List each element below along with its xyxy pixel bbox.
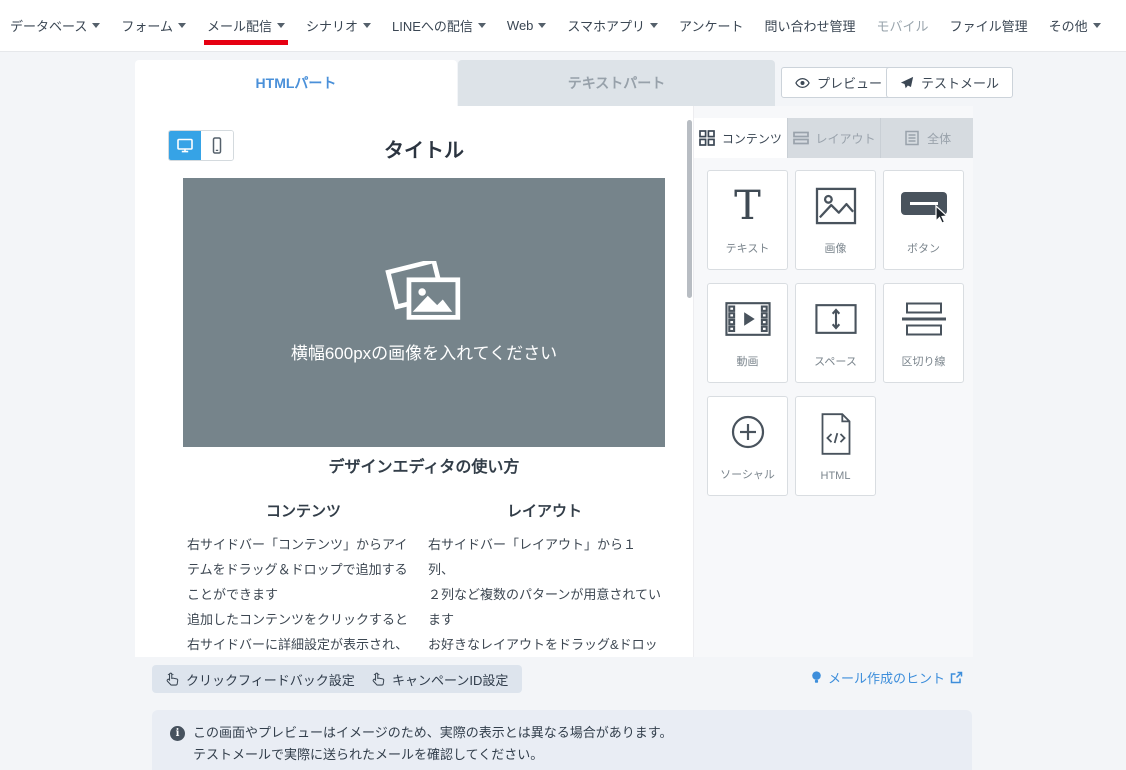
nav-item-database[interactable]: データベース [10,0,100,52]
chevron-down-icon [178,23,186,28]
space-icon [815,303,857,335]
sidebar-tab-contents[interactable]: コンテンツ [694,118,787,158]
palette-item-divider[interactable]: 区切り線 [883,283,964,383]
click-hand-icon [372,672,385,687]
button-icon [899,188,949,224]
image-placeholder-text: 横幅600pxの画像を入れてください [291,339,557,364]
nav-item-smartphone-app[interactable]: スマホアプリ [567,0,658,52]
nav-item-file-management[interactable]: ファイル管理 [950,0,1028,52]
video-icon [725,301,771,337]
nav-item-inquiry-management[interactable]: 問い合わせ管理 [765,0,856,52]
tab-html-part[interactable]: HTMLパート [135,60,457,106]
nav-item-form[interactable]: フォーム [121,0,186,52]
layout-rows-icon [793,130,809,146]
howto-column-layout: レイアウト 右サイドバー「レイアウト」から１列、 ２列など複数のパターンが用意さ… [424,500,665,657]
sidebar-tab-overall[interactable]: 全体 [880,118,973,158]
chevron-down-icon [1093,23,1101,28]
mail-title-block[interactable]: タイトル [183,134,665,163]
nav-item-line-delivery[interactable]: LINEへの配信 [392,0,486,52]
palette-item-social[interactable]: ソーシャル [707,396,788,496]
send-icon [900,76,914,90]
click-feedback-button[interactable]: クリックフィードバック設定 [152,665,369,693]
howto-columns: コンテンツ 右サイドバー「コンテンツ」からアイテムをドラッグ＆ドロップで追加する… [183,500,665,657]
nav-item-survey[interactable]: アンケート [679,0,743,52]
image-icon [815,187,857,225]
chevron-down-icon [277,23,285,28]
howto-column-layout-body: 右サイドバー「レイアウト」から１列、 ２列など複数のパターンが用意されています … [428,532,661,657]
palette-item-video[interactable]: 動画 [707,283,788,383]
palette-item-text[interactable]: T テキスト [707,170,788,270]
test-mail-button[interactable]: テストメール [886,67,1013,98]
nav-item-scenario[interactable]: シナリオ [306,0,371,52]
external-link-icon [950,671,963,684]
grid-icon [699,130,715,146]
text-icon: T [734,186,761,226]
mail-canvas[interactable]: タイトル 横幅600pxの画像を入れてください デザインエディタの使い方 コンテ… [135,106,688,657]
document-lines-icon [904,130,920,146]
tab-text-part[interactable]: テキストパート [458,60,775,106]
chevron-down-icon [650,23,658,28]
sidebar-tab-layout[interactable]: レイアウト [787,118,881,158]
lightbulb-icon [810,670,823,685]
content-palette: T テキスト 画像 ボタン 動画 スペース [707,170,964,496]
palette-item-button[interactable]: ボタン [883,170,964,270]
chevron-down-icon [92,23,100,28]
chevron-down-icon [478,23,486,28]
howto-column-contents: コンテンツ 右サイドバー「コンテンツ」からアイテムをドラッグ＆ドロップで追加する… [183,500,424,657]
palette-item-image[interactable]: 画像 [795,170,876,270]
mail-hint-link[interactable]: メール作成のヒント [810,668,963,687]
divider-icon [902,302,946,336]
nav-item-mobile[interactable]: モバイル [877,0,929,52]
photos-icon [382,261,466,323]
palette-item-space[interactable]: スペース [795,283,876,383]
click-hand-icon [166,672,179,687]
howto-column-contents-body: 右サイドバー「コンテンツ」からアイテムをドラッグ＆ドロップで追加することができま… [187,532,420,657]
eye-icon [795,77,810,89]
top-nav: データベース フォーム メール配信 シナリオ LINEへの配信 Web スマホア… [0,0,1126,52]
sidebar-tabs: コンテンツ レイアウト 全体 [694,118,973,158]
nav-item-web[interactable]: Web [507,0,547,52]
image-placeholder-block[interactable]: 横幅600pxの画像を入れてください [183,178,665,447]
info-icon: i [170,726,185,741]
nav-item-mail-delivery[interactable]: メール配信 [207,0,285,52]
preview-button[interactable]: プレビュー [781,67,896,98]
code-file-icon [818,412,854,456]
chevron-down-icon [363,23,371,28]
notice-text: この画面やプレビューはイメージのため、実際の表示とは異なる場合があります。 テス… [193,722,672,770]
nav-item-others[interactable]: その他 [1049,0,1101,52]
editor-panel: タイトル 横幅600pxの画像を入れてください デザインエディタの使い方 コンテ… [135,106,973,657]
howto-heading: デザインエディタの使い方 [183,453,665,477]
notice-banner: i この画面やプレビューはイメージのため、実際の表示とは異なる場合があります。 … [152,710,972,770]
editor-sidebar: コンテンツ レイアウト 全体 T テキスト 画像 [693,106,973,657]
canvas-scrollbar[interactable] [687,120,692,298]
chevron-down-icon [538,23,546,28]
email-design-editor: データベース フォーム メール配信 シナリオ LINEへの配信 Web スマホア… [0,0,1126,770]
circle-plus-icon [728,412,768,452]
campaign-id-button[interactable]: キャンペーンID設定 [358,665,522,693]
palette-item-html[interactable]: HTML [795,396,876,496]
howto-column-layout-title: レイアウト [424,500,665,520]
howto-column-contents-title: コンテンツ [183,500,424,520]
